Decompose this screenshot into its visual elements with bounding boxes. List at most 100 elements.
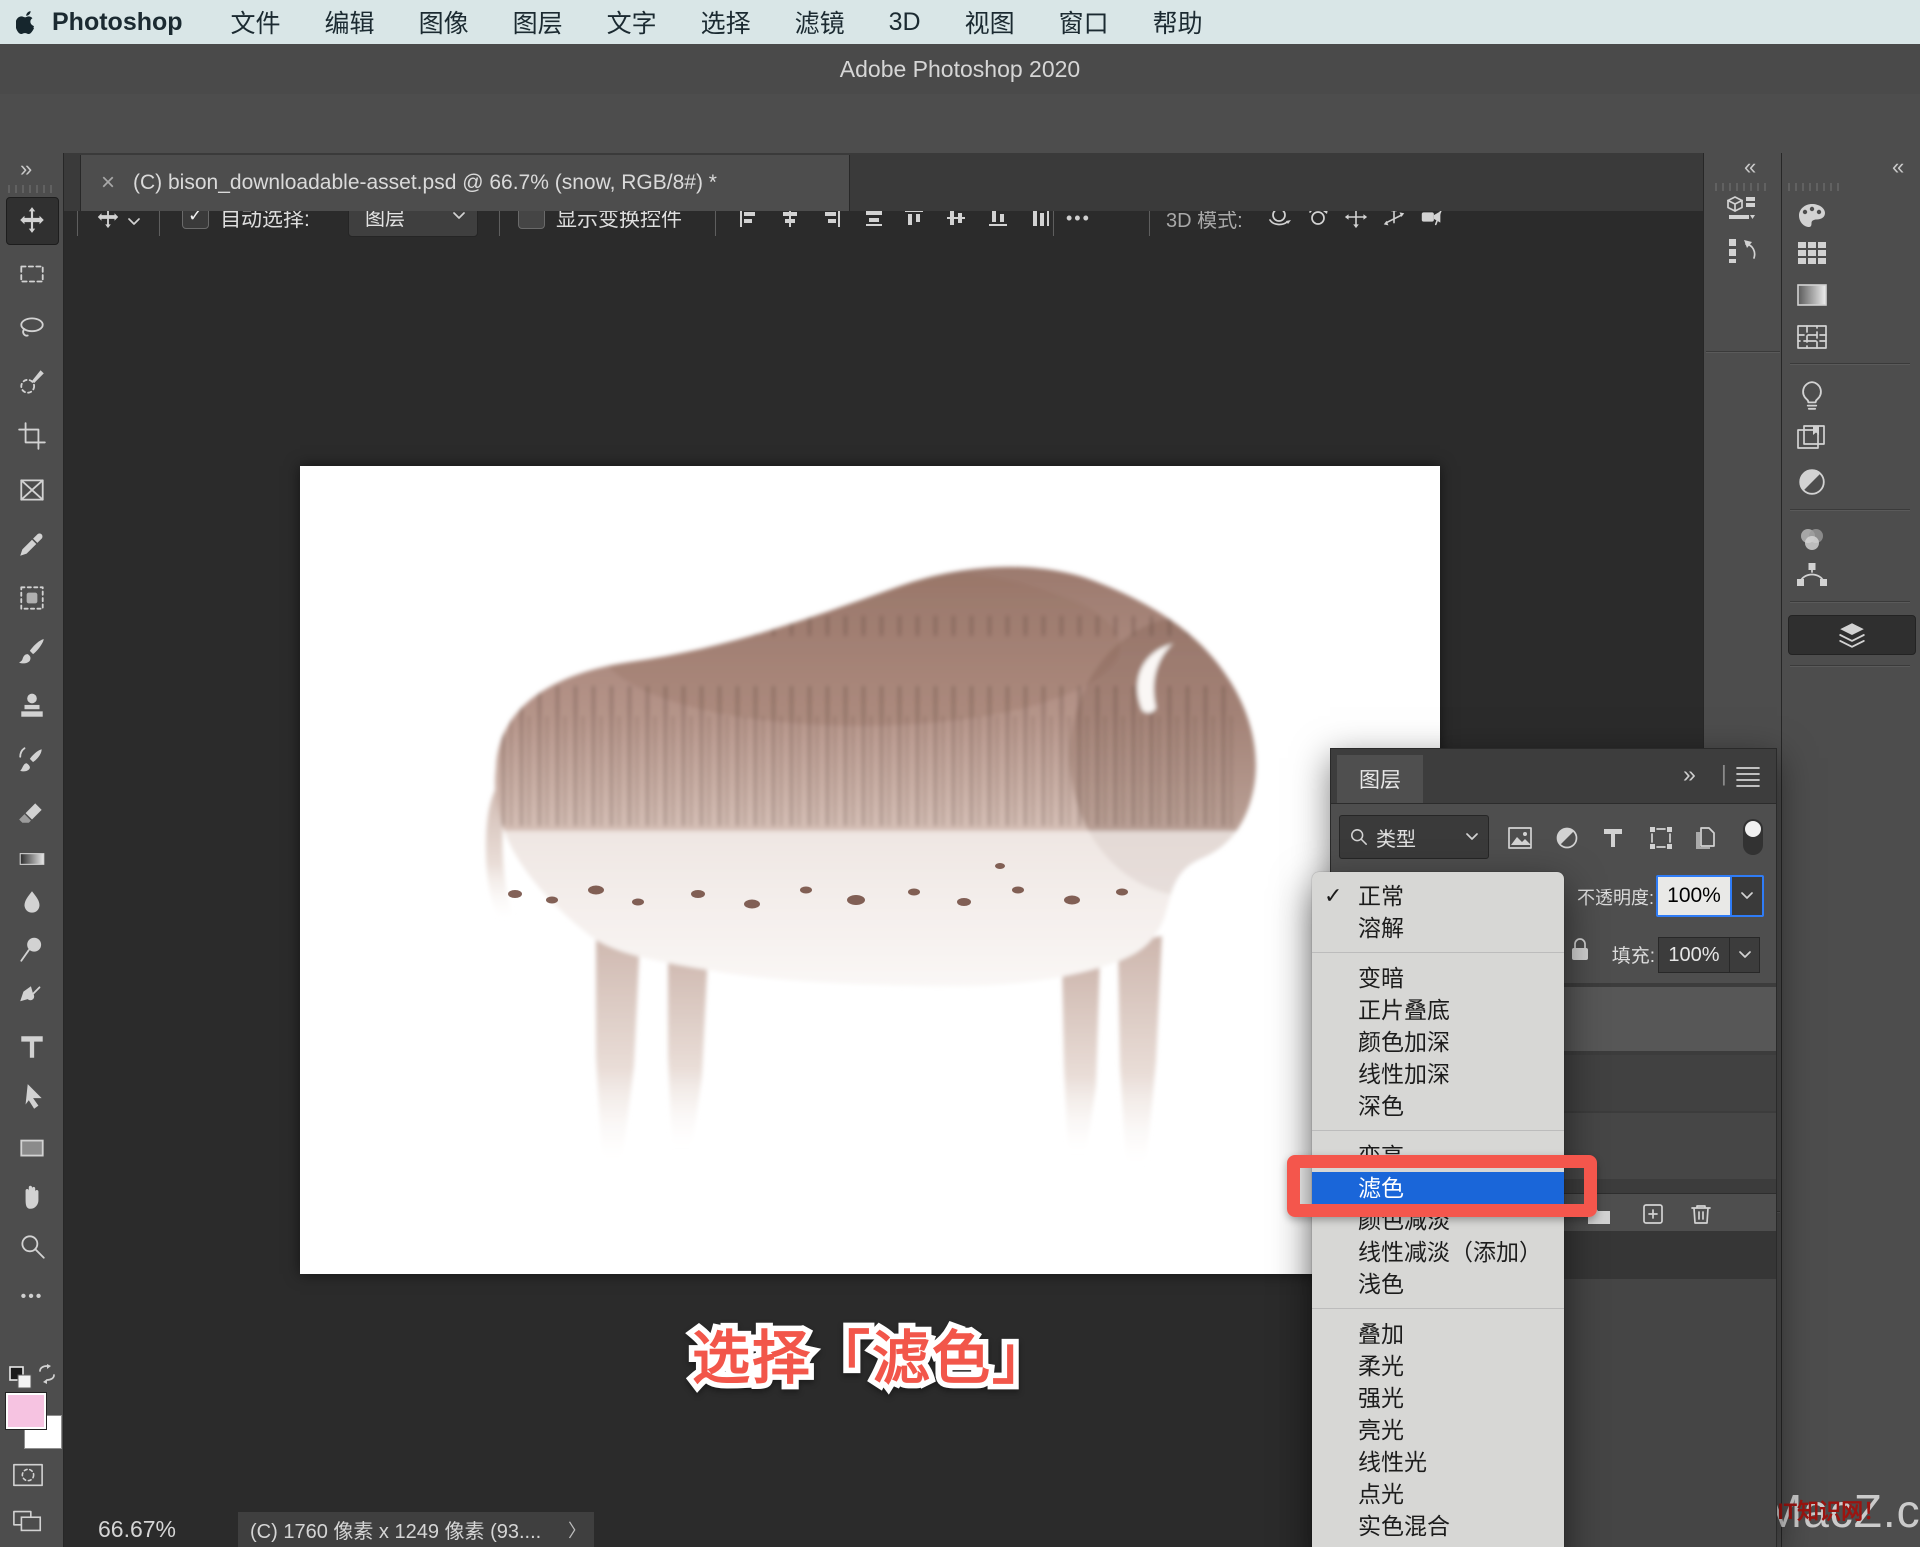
paths-panel-icon[interactable] (1796, 559, 1828, 591)
tool-quick-selection[interactable] (16, 366, 48, 398)
blend-option-overlay[interactable]: 叠加 (1312, 1318, 1564, 1350)
foreground-color-swatch[interactable] (5, 1392, 47, 1430)
search-icon (1351, 829, 1367, 845)
layers-panel-icon[interactable] (1788, 615, 1916, 655)
close-tab-icon[interactable]: × (101, 169, 115, 197)
panel-dock-grip[interactable] (1788, 183, 1842, 191)
menu-edit[interactable]: 编辑 (325, 4, 375, 40)
collapse-dock-icon[interactable]: « (1744, 156, 1756, 178)
options-bar: ✓ 自动选择: 图层 显示变换控件 ••• 3D 模式: (0, 94, 1920, 237)
menu-type[interactable]: 文字 (607, 4, 657, 40)
filter-toggle[interactable] (1743, 819, 1763, 855)
new-layer-icon[interactable] (1637, 1198, 1669, 1230)
tool-dodge[interactable] (16, 933, 48, 965)
filter-pixel-layers-icon[interactable] (1504, 822, 1536, 854)
tool-path-select[interactable] (16, 1081, 48, 1113)
filter-type-layers-icon[interactable] (1597, 822, 1629, 854)
blend-option-multiply[interactable]: 正片叠底 (1312, 994, 1564, 1026)
lock-icon[interactable] (1569, 937, 1591, 968)
opacity-input[interactable]: 100% (1658, 877, 1730, 915)
panel-expand-icon[interactable]: » (1683, 761, 1696, 788)
patterns-panel-icon[interactable] (1796, 321, 1828, 353)
document-tab-title: (C) bison_downloadable-asset.psd @ 66.7%… (133, 171, 717, 194)
expand-tools-icon[interactable]: » (20, 158, 32, 180)
fill-dropdown-button[interactable] (1730, 937, 1760, 973)
panel-menu-icon[interactable] (1735, 765, 1761, 792)
tool-healing-brush[interactable] (16, 582, 48, 614)
filter-smart-objects-icon[interactable] (1690, 822, 1722, 854)
menu-window[interactable]: 窗口 (1059, 4, 1109, 40)
blend-option-normal[interactable]: ✓ 正常 (1312, 880, 1564, 912)
menu-help[interactable]: 帮助 (1153, 4, 1203, 40)
tool-rectangular-marquee[interactable] (16, 258, 48, 290)
swap-colors-icon[interactable] (36, 1363, 58, 1390)
menu-select[interactable]: 选择 (701, 4, 751, 40)
document-info[interactable]: (C) 1760 像素 x 1249 像素 (93.... 〉 (238, 1512, 594, 1547)
document-tab[interactable]: × (C) bison_downloadable-asset.psd @ 66.… (80, 155, 850, 211)
tool-brush[interactable] (16, 636, 48, 668)
tool-more-icon[interactable]: ••• (16, 1281, 48, 1313)
tools-grip[interactable] (8, 185, 56, 193)
learn-panel-icon[interactable] (1796, 380, 1828, 412)
tool-move[interactable] (16, 204, 48, 236)
blend-option-darken[interactable]: 变暗 (1312, 962, 1564, 994)
opacity-dropdown-button[interactable] (1730, 877, 1762, 915)
tool-crop[interactable] (16, 420, 48, 452)
tool-eyedropper[interactable] (16, 528, 48, 560)
default-colors-icon[interactable] (8, 1365, 34, 1396)
status-expand-icon[interactable]: 〉 (568, 1517, 586, 1543)
blend-option-linear-burn[interactable]: 线性加深 (1312, 1058, 1564, 1090)
blend-option-darker-color[interactable]: 深色 (1312, 1090, 1564, 1122)
channels-panel-icon[interactable] (1796, 524, 1828, 556)
blend-option-linear-light[interactable]: 线性光 (1312, 1446, 1564, 1478)
apple-icon[interactable] (0, 10, 52, 34)
tool-zoom[interactable] (16, 1231, 48, 1263)
delete-layer-icon[interactable] (1685, 1198, 1717, 1230)
tool-gradient[interactable] (16, 843, 48, 875)
blend-option-hard-mix[interactable]: 实色混合 (1312, 1510, 1564, 1542)
fill-input[interactable]: 100% (1658, 937, 1730, 973)
blend-option-color-burn[interactable]: 颜色加深 (1312, 1026, 1564, 1058)
tool-history-brush[interactable] (16, 744, 48, 776)
tool-eraser[interactable] (16, 796, 48, 828)
menu-view[interactable]: 视图 (965, 4, 1015, 40)
tool-blur[interactable] (16, 887, 48, 919)
gradients-panel-icon[interactable] (1796, 279, 1828, 311)
menu-layer[interactable]: 图层 (513, 4, 563, 40)
screen-mode-icon[interactable] (12, 1505, 44, 1537)
blend-option-hard-light[interactable]: 强光 (1312, 1382, 1564, 1414)
blend-option-dissolve[interactable]: 溶解 (1312, 912, 1564, 944)
filter-adjustment-layers-icon[interactable] (1551, 822, 1583, 854)
canvas-document[interactable] (300, 466, 1440, 1274)
tool-type[interactable] (16, 1031, 48, 1063)
zoom-level-field[interactable]: 66.67% (98, 1516, 176, 1543)
menu-file[interactable]: 文件 (231, 4, 281, 40)
blend-option-linear-dodge[interactable]: 线性减淡（添加） (1312, 1236, 1564, 1268)
color-panel-icon[interactable] (1796, 200, 1828, 232)
filter-shape-layers-icon[interactable] (1645, 822, 1677, 854)
blend-option-soft-light[interactable]: 柔光 (1312, 1350, 1564, 1382)
history-panel-icon[interactable] (1726, 235, 1758, 267)
layer-filter-type-dropdown[interactable]: 类型 (1339, 815, 1489, 859)
menu-image[interactable]: 图像 (419, 4, 469, 40)
adjustments-panel-icon[interactable] (1796, 466, 1828, 498)
tool-hand[interactable] (16, 1181, 48, 1213)
blend-option-pin-light[interactable]: 点光 (1312, 1478, 1564, 1510)
swatches-panel-icon[interactable] (1796, 237, 1828, 269)
blend-option-vivid-light[interactable]: 亮光 (1312, 1414, 1564, 1446)
collapse-panels-icon[interactable]: « (1892, 156, 1904, 178)
tool-pen[interactable] (16, 981, 48, 1013)
properties-panel-icon[interactable] (1726, 193, 1758, 225)
quick-mask-icon[interactable] (12, 1459, 44, 1491)
dock-grip[interactable] (1715, 183, 1769, 191)
tool-lasso[interactable] (16, 312, 48, 344)
libraries-panel-icon[interactable] (1796, 422, 1828, 454)
layers-tab[interactable]: 图层 (1337, 755, 1423, 803)
blend-option-lighter-color[interactable]: 浅色 (1312, 1268, 1564, 1300)
tool-frame[interactable] (16, 474, 48, 506)
menu-3d[interactable]: 3D (889, 8, 921, 37)
menu-filter[interactable]: 滤镜 (795, 4, 845, 40)
menu-app-name[interactable]: Photoshop (52, 8, 183, 37)
tool-clone-stamp[interactable] (16, 690, 48, 722)
tool-rectangle[interactable] (16, 1131, 48, 1163)
